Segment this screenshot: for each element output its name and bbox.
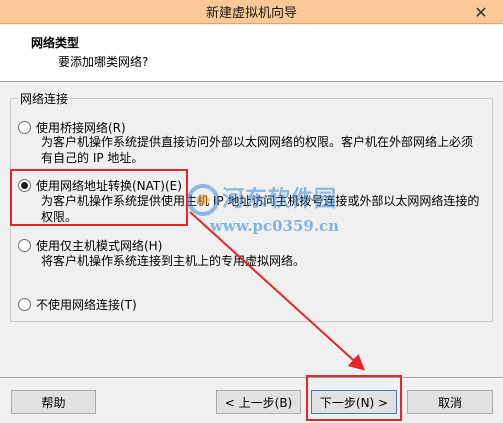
radio-button-nat[interactable] [18, 179, 31, 192]
cancel-button[interactable]: 取消 [407, 390, 493, 414]
close-icon[interactable]: ✕ [467, 0, 495, 24]
radio-no-network[interactable]: 不使用网络连接(T) [18, 296, 137, 313]
page-subtitle: 要添加哪类网络? [58, 55, 149, 69]
next-button[interactable]: 下一步(N) > [311, 390, 397, 414]
help-button[interactable]: 帮助 [11, 390, 96, 414]
title-bar: 新建虚拟机向导 ✕ [0, 0, 503, 24]
radio-button-bridged[interactable] [18, 121, 31, 134]
radio-label-host-only: 使用仅主机模式网络(H) [36, 239, 163, 253]
radio-button-no-network[interactable] [18, 298, 31, 311]
watermark-logo-icon [187, 184, 219, 216]
group-label: 网络连接 [18, 90, 71, 107]
radio-nat[interactable]: 使用网络地址转换(NAT)(E) [18, 177, 182, 194]
radio-label-no-network: 不使用网络连接(T) [36, 298, 137, 312]
desc-bridged: 为客户机操作系统提供直接访问外部以太网网络的权限。客户机在外部网络上必须有自己的… [41, 135, 474, 165]
back-button[interactable]: < 上一步(B) [216, 390, 301, 414]
desc-host-only: 将客户机操作系统连接到主机上的专用虚拟网络。 [41, 254, 306, 268]
watermark-url: www.pc0359.cn [210, 217, 340, 235]
wizard-header: 网络类型 要添加哪类网络? [0, 25, 503, 82]
page-title: 网络类型 [31, 36, 80, 50]
radio-button-host-only[interactable] [18, 239, 31, 252]
radio-host-only[interactable]: 使用仅主机模式网络(H) [18, 237, 162, 254]
window-title: 新建虚拟机向导 [205, 6, 297, 21]
radio-label-nat: 使用网络地址转换(NAT)(E) [36, 179, 182, 193]
footer-separator-highlight [0, 378, 503, 379]
watermark-text: 河东软件园 [222, 187, 338, 212]
